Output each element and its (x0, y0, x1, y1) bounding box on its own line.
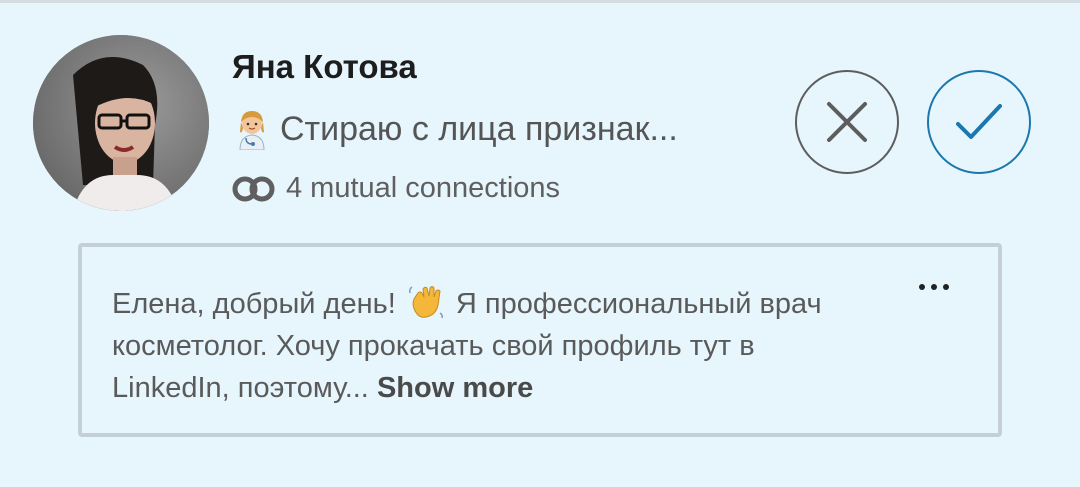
top-divider (0, 0, 1080, 3)
avatar[interactable] (33, 35, 209, 211)
invitation-message: Елена, добрый день! Я профессиональный в… (112, 283, 872, 409)
waving-hand-emoji-icon (408, 285, 444, 319)
show-more-link[interactable]: Show more (377, 372, 533, 404)
close-icon (827, 102, 867, 142)
profile-photo (33, 35, 209, 211)
more-options-icon (919, 284, 949, 290)
ignore-button[interactable] (795, 70, 899, 174)
mutual-connections[interactable]: 4 mutual connections (232, 172, 560, 205)
message-text-part1: Елена, добрый день! (112, 288, 396, 320)
accept-button[interactable] (927, 70, 1031, 174)
contact-name[interactable]: Яна Котова (232, 48, 417, 86)
contact-headline: Стираю с лица признак... (232, 108, 752, 151)
health-worker-emoji-icon (232, 108, 272, 151)
more-options-button[interactable] (916, 277, 952, 297)
mutual-connections-icon (232, 176, 276, 202)
checkmark-icon (956, 104, 1002, 139)
invitation-message-card: Елена, добрый день! Я профессиональный в… (78, 243, 1002, 437)
mutual-connections-label: 4 mutual connections (286, 172, 561, 204)
headline-text: Стираю с лица признак... (280, 109, 678, 148)
